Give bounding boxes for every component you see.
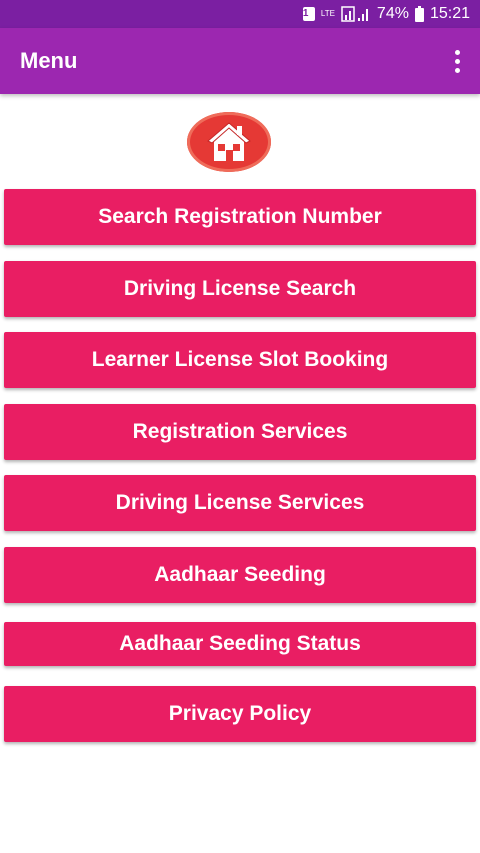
driving-license-search-button[interactable]: Driving License Search: [4, 261, 476, 317]
aadhaar-seeding-status-button[interactable]: Aadhaar Seeding Status: [4, 622, 476, 666]
clock: 15:21: [429, 5, 470, 22]
signal-icon: [341, 6, 371, 22]
home-logo: [187, 112, 271, 172]
driving-license-services-button[interactable]: Driving License Services: [4, 475, 476, 531]
network-type-label: LTE: [320, 9, 335, 18]
app-bar: Menu: [0, 28, 480, 94]
registration-services-button[interactable]: Registration Services: [4, 404, 476, 460]
battery-percent: 74%: [376, 5, 409, 22]
status-bar: 1 LTE 74% 15:21: [0, 0, 480, 28]
search-registration-number-button[interactable]: Search Registration Number: [4, 189, 476, 245]
more-vert-icon[interactable]: [454, 49, 460, 73]
page-title: Menu: [20, 48, 78, 73]
privacy-policy-button[interactable]: Privacy Policy: [4, 686, 476, 742]
battery-icon: [414, 6, 424, 22]
home-icon: [207, 122, 251, 161]
sim-icon: 1: [302, 7, 315, 21]
learner-license-slot-booking-button[interactable]: Learner License Slot Booking: [4, 332, 476, 388]
aadhaar-seeding-button[interactable]: Aadhaar Seeding: [4, 547, 476, 603]
